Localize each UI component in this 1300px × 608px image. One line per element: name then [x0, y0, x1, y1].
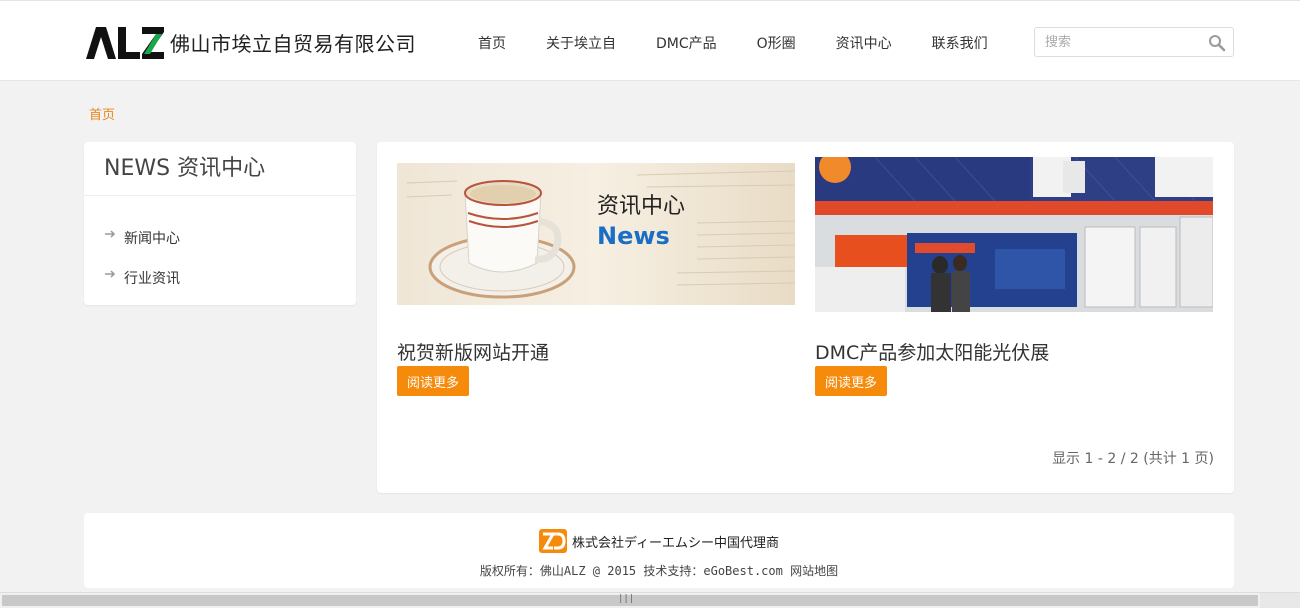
read-more-button[interactable]: 阅读更多	[397, 366, 470, 396]
footer-brand: 株式会社ディーエムシー中国代理商	[84, 529, 1234, 553]
sidebar-item-industry[interactable]: 行业资讯	[84, 258, 356, 298]
footer-copyright: 版权所有：佛山ALZ @ 2015 技术支持：eGoBest.com 网站地图	[479, 564, 839, 578]
nav-contact[interactable]: 联系我们	[932, 33, 988, 53]
site-header: 佛山市埃立自贸易有限公司 首页 关于埃立自 DMC产品 O形圈 资讯中心 联系我…	[0, 0, 1300, 81]
scrollbar-corner	[1260, 593, 1300, 608]
coffee-news-image: 资讯中心 News	[397, 163, 795, 305]
nav-home[interactable]: 首页	[478, 33, 506, 53]
horizontal-scrollbar[interactable]: |||	[0, 592, 1300, 608]
search-box	[1034, 27, 1234, 57]
sidebar-item-news[interactable]: 新闻中心	[84, 218, 356, 258]
thumb-heading: 资讯中心	[597, 194, 685, 219]
arrow-right-icon	[105, 270, 116, 278]
read-more-button[interactable]: 阅读更多	[815, 366, 888, 396]
sidebar-list: 新闻中心 行业资讯	[84, 196, 356, 298]
dmc-logo-icon	[538, 529, 567, 553]
search-input[interactable]	[1035, 28, 1195, 56]
breadcrumb[interactable]: 首页	[89, 104, 115, 123]
sidebar-item-label: 新闻中心	[124, 231, 180, 247]
nav-news-center[interactable]: 资讯中心	[836, 33, 892, 53]
sidebar: NEWS 资讯中心 新闻中心 行业资讯	[84, 142, 356, 305]
nav-o-ring[interactable]: O形圈	[757, 33, 796, 53]
arrow-right-icon	[105, 230, 116, 238]
thumb-sub: News	[597, 222, 670, 250]
scrollbar-grip-icon: |||	[618, 594, 635, 604]
company-name: 佛山市埃立自贸易有限公司	[170, 31, 416, 56]
site-footer: 株式会社ディーエムシー中国代理商 版权所有：佛山ALZ @ 2015 技术支持：…	[84, 513, 1234, 588]
news-thumbnail[interactable]	[815, 157, 1213, 312]
pagination-info: 显示 1 - 2 / 2 (共计 1 页)	[1052, 451, 1214, 467]
sidebar-item-label: 行业资讯	[124, 271, 180, 287]
nav-dmc-products[interactable]: DMC产品	[656, 33, 717, 53]
footer-brand-text: 株式会社ディーエムシー中国代理商	[571, 535, 780, 551]
news-thumbnail[interactable]: 资讯中心 News	[397, 163, 795, 305]
alz-logo-icon	[86, 27, 164, 59]
main-nav: 首页 关于埃立自 DMC产品 O形圈 资讯中心 联系我们	[458, 33, 1008, 53]
news-list: 资讯中心 News 祝贺新版网站开通 阅读更多 DMC产品参加太阳能光伏展 阅读…	[377, 142, 1234, 493]
sidebar-title: NEWS 资讯中心	[84, 142, 356, 196]
exhibition-booth-image	[815, 157, 1213, 312]
news-title[interactable]: 祝贺新版网站开通	[397, 338, 549, 365]
nav-about[interactable]: 关于埃立自	[546, 33, 616, 53]
logo[interactable]: 佛山市埃立自贸易有限公司	[86, 25, 416, 59]
breadcrumb-home[interactable]: 首页	[89, 108, 115, 123]
search-icon[interactable]	[1208, 34, 1226, 52]
news-title[interactable]: DMC产品参加太阳能光伏展	[815, 338, 1049, 365]
